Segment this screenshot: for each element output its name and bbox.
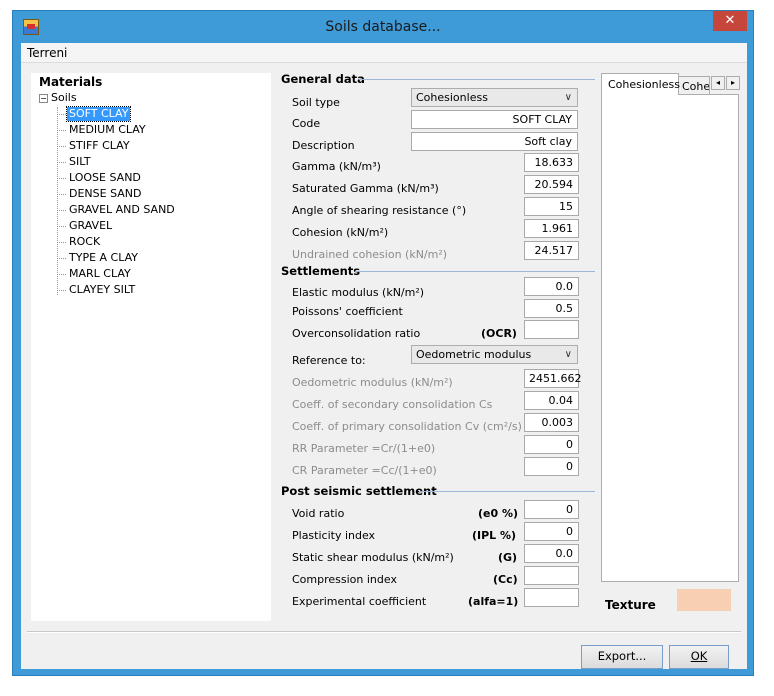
tab-cohesionless[interactable]: Cohesionless (601, 73, 680, 95)
tree-item-silt[interactable]: SILT (57, 155, 93, 169)
void-ratio-label: Void ratio (292, 507, 345, 520)
code-label: Code (292, 117, 321, 130)
dialog-client-area: Terreni Materials − Soils SOFT CLAY MEDIU… (21, 43, 747, 669)
reference-select[interactable]: Oedometric modulus ∨ (411, 345, 578, 364)
cr-parameter-field[interactable]: 0 (524, 457, 579, 476)
menu-item-terreni[interactable]: Terreni (27, 46, 67, 60)
tree-item-stiff-clay[interactable]: STIFF CLAY (57, 139, 132, 153)
shear-modulus-tag: (G) (498, 551, 518, 564)
void-ratio-tag: (e0 %) (478, 507, 519, 520)
tree-item-loose-sand[interactable]: LOOSE SAND (57, 171, 143, 185)
section-divider (355, 271, 595, 272)
tree-item-gravel-and-sand[interactable]: GRAVEL AND SAND (57, 203, 177, 217)
tree-root-label: Soils (51, 91, 77, 104)
title-bar[interactable]: Soils database... ✕ (13, 11, 753, 43)
tree-item-type-a-clay[interactable]: TYPE A CLAY (57, 251, 140, 265)
undrained-cohesion-label: Undrained cohesion (kN/m²) (292, 248, 448, 261)
chevron-down-icon: ∨ (564, 349, 572, 360)
tree-header: Materials (39, 75, 103, 89)
poisson-coefficient-field[interactable]: 0.5 (524, 299, 579, 318)
saturated-gamma-label: Saturated Gamma (kN/m³) (292, 182, 439, 195)
section-divider (419, 491, 595, 492)
elastic-modulus-label: Elastic modulus (kN/m²) (292, 286, 425, 299)
description-field[interactable]: Soft clay (411, 132, 578, 151)
collapse-toggle-icon[interactable]: − (39, 94, 48, 103)
soil-type-select[interactable]: Cohesionless ∨ (411, 88, 578, 107)
export-button[interactable]: Export... (581, 645, 663, 669)
gamma-label: Gamma (kN/m³) (292, 160, 381, 173)
experimental-coefficient-tag: (alfa=1) (468, 595, 519, 608)
ocr-field[interactable] (524, 320, 579, 339)
footer-separator (27, 631, 741, 633)
shear-modulus-label: Static shear modulus (kN/m²) (292, 551, 454, 564)
tree-item-rock[interactable]: ROCK (57, 235, 103, 249)
code-field[interactable]: SOFT CLAY (411, 110, 578, 129)
friction-angle-label: Angle of shearing resistance (°) (292, 204, 467, 217)
friction-angle-field[interactable]: 15 (524, 197, 579, 216)
reference-label: Reference to: (292, 354, 366, 367)
tab-scroll-left-icon[interactable]: ◂ (711, 76, 725, 90)
ocr-tag: (OCR) (481, 327, 517, 340)
texture-label: Texture (605, 598, 656, 612)
shear-modulus-field[interactable]: 0.0 (524, 544, 579, 563)
rr-parameter-field[interactable]: 0 (524, 435, 579, 454)
soils-database-window: Soils database... ✕ Terreni Materials − S… (12, 10, 754, 676)
primary-consolidation-label: Coeff. of primary consolidation Cv (cm²/… (292, 420, 522, 433)
ok-button[interactable]: OK (669, 645, 729, 669)
saturated-gamma-field[interactable]: 20.594 (524, 175, 579, 194)
settlements-title: Settlements (281, 264, 361, 278)
tab-panel (601, 94, 739, 582)
tab-cohesive[interactable]: Cohesive (678, 76, 710, 95)
soil-type-label: Soil type (292, 96, 340, 109)
primary-consolidation-field[interactable]: 0.003 (524, 413, 579, 432)
cohesion-field[interactable]: 1.961 (524, 219, 579, 238)
window-title: Soils database... (325, 19, 441, 35)
ocr-label: Overconsolidation ratio (292, 327, 421, 340)
cr-parameter-label: CR Parameter =Cc/(1+e0) (292, 464, 437, 477)
rr-parameter-label: RR Parameter =Cr/(1+e0) (292, 442, 436, 455)
soil-type-value: Cohesionless (416, 91, 488, 104)
plasticity-index-label: Plasticity index (292, 529, 376, 542)
texture-swatch[interactable] (677, 589, 731, 611)
menu-bar: Terreni (21, 43, 747, 63)
oedometric-modulus-field[interactable]: 2451.662 (524, 369, 582, 388)
plasticity-index-field[interactable]: 0 (524, 522, 579, 541)
elastic-modulus-field[interactable]: 0.0 (524, 277, 579, 296)
tree-item-soft-clay[interactable]: SOFT CLAY (57, 106, 132, 122)
tree-item-medium-clay[interactable]: MEDIUM CLAY (57, 123, 148, 137)
close-button[interactable]: ✕ (713, 11, 747, 31)
cohesion-label: Cohesion (kN/m²) (292, 226, 389, 239)
secondary-consolidation-label: Coeff. of secondary consolidation Cs (292, 398, 493, 411)
general-data-title: General data (281, 72, 365, 86)
undrained-cohesion-field[interactable]: 24.517 (524, 241, 579, 260)
compression-index-tag: (Cc) (493, 573, 518, 586)
compression-index-field[interactable] (524, 566, 579, 585)
experimental-coefficient-label: Experimental coefficient (292, 595, 427, 608)
description-label: Description (292, 139, 355, 152)
section-divider (359, 79, 595, 80)
tree-root-soils[interactable]: − Soils (39, 91, 77, 104)
void-ratio-field[interactable]: 0 (524, 500, 579, 519)
compression-index-label: Compression index (292, 573, 397, 586)
tree-item-marl-clay[interactable]: MARL CLAY (57, 267, 133, 281)
poisson-coefficient-label: Poissons' coefficient (292, 305, 403, 318)
post-seismic-title: Post seismic settlement (281, 484, 437, 498)
oedometric-modulus-label: Oedometric modulus (kN/m²) (292, 376, 453, 389)
reference-value: Oedometric modulus (416, 348, 532, 361)
gamma-field[interactable]: 18.633 (524, 153, 579, 172)
chevron-down-icon: ∨ (564, 92, 572, 103)
secondary-consolidation-field[interactable]: 0.04 (524, 391, 579, 410)
soil-class-tabs: Cohesionless Cohesive ◂ ▸ (601, 73, 741, 585)
experimental-coefficient-field[interactable] (524, 588, 579, 607)
tree-item-dense-sand[interactable]: DENSE SAND (57, 187, 144, 201)
tree-item-clayey-silt[interactable]: CLAYEY SILT (57, 283, 138, 297)
tab-scroll-right-icon[interactable]: ▸ (726, 76, 740, 90)
tree-item-gravel[interactable]: GRAVEL (57, 219, 115, 233)
plasticity-index-tag: (IPL %) (472, 529, 517, 542)
materials-tree[interactable]: Materials − Soils SOFT CLAY MEDIUM CLAY S… (31, 73, 271, 621)
